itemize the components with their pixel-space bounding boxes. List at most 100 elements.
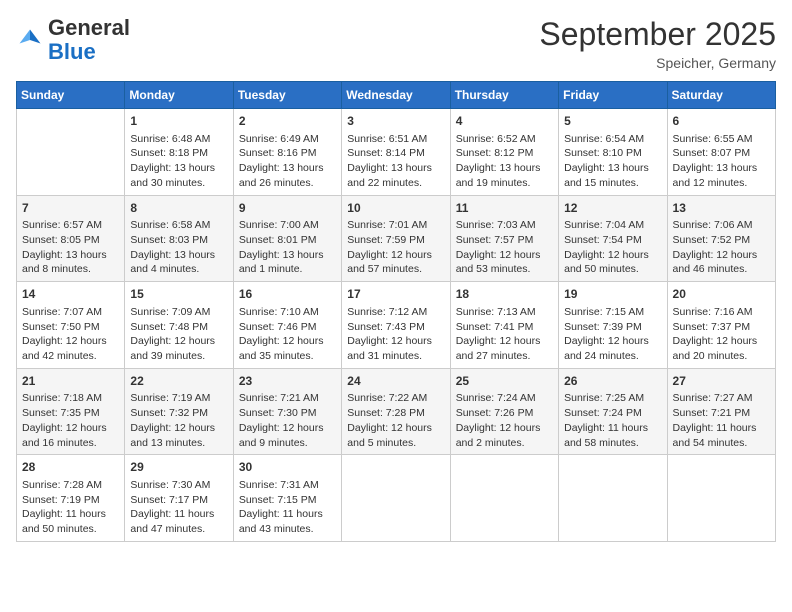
day-info: Sunrise: 6:55 AMSunset: 8:07 PMDaylight:… xyxy=(673,132,770,191)
day-cell: 5 Sunrise: 6:54 AMSunset: 8:10 PMDaylight… xyxy=(559,109,667,196)
logo-icon xyxy=(16,26,44,54)
day-number: 22 xyxy=(130,373,227,390)
day-cell xyxy=(17,109,125,196)
header-day-saturday: Saturday xyxy=(667,82,775,109)
day-number: 25 xyxy=(456,373,553,390)
day-cell: 13Sunrise: 7:06 AMSunset: 7:52 PMDayligh… xyxy=(667,195,775,282)
day-info: Sunrise: 7:01 AMSunset: 7:59 PMDaylight:… xyxy=(347,218,444,277)
day-cell: 25Sunrise: 7:24 AMSunset: 7:26 PMDayligh… xyxy=(450,368,558,455)
day-number: 28 xyxy=(22,459,119,476)
day-cell: 9Sunrise: 7:00 AMSunset: 8:01 PMDaylight… xyxy=(233,195,341,282)
day-info: Sunrise: 6:58 AMSunset: 8:03 PMDaylight:… xyxy=(130,218,227,277)
day-number: 10 xyxy=(347,200,444,217)
header-row: SundayMondayTuesdayWednesdayThursdayFrid… xyxy=(17,82,776,109)
day-number: 6 xyxy=(673,113,770,130)
day-number: 13 xyxy=(673,200,770,217)
calendar-header: SundayMondayTuesdayWednesdayThursdayFrid… xyxy=(17,82,776,109)
week-row-2: 7Sunrise: 6:57 AMSunset: 8:05 PMDaylight… xyxy=(17,195,776,282)
day-number: 16 xyxy=(239,286,336,303)
week-row-4: 21Sunrise: 7:18 AMSunset: 7:35 PMDayligh… xyxy=(17,368,776,455)
day-cell: 15Sunrise: 7:09 AMSunset: 7:48 PMDayligh… xyxy=(125,282,233,369)
logo: General Blue xyxy=(16,16,130,64)
day-number: 8 xyxy=(130,200,227,217)
day-number: 2 xyxy=(239,113,336,130)
day-info: Sunrise: 6:57 AMSunset: 8:05 PMDaylight:… xyxy=(22,218,119,277)
day-number: 27 xyxy=(673,373,770,390)
day-number: 23 xyxy=(239,373,336,390)
day-info: Sunrise: 7:31 AMSunset: 7:15 PMDaylight:… xyxy=(239,478,336,537)
day-info: Sunrise: 7:28 AMSunset: 7:19 PMDaylight:… xyxy=(22,478,119,537)
header-day-monday: Monday xyxy=(125,82,233,109)
day-info: Sunrise: 7:21 AMSunset: 7:30 PMDaylight:… xyxy=(239,391,336,450)
day-cell: 30Sunrise: 7:31 AMSunset: 7:15 PMDayligh… xyxy=(233,455,341,542)
page-header: General Blue September 2025 Speicher, Ge… xyxy=(16,16,776,71)
day-number: 15 xyxy=(130,286,227,303)
header-day-tuesday: Tuesday xyxy=(233,82,341,109)
day-cell: 22Sunrise: 7:19 AMSunset: 7:32 PMDayligh… xyxy=(125,368,233,455)
day-cell: 21Sunrise: 7:18 AMSunset: 7:35 PMDayligh… xyxy=(17,368,125,455)
day-cell: 18Sunrise: 7:13 AMSunset: 7:41 PMDayligh… xyxy=(450,282,558,369)
day-info: Sunrise: 7:06 AMSunset: 7:52 PMDaylight:… xyxy=(673,218,770,277)
day-number: 17 xyxy=(347,286,444,303)
day-info: Sunrise: 6:52 AMSunset: 8:12 PMDaylight:… xyxy=(456,132,553,191)
day-info: Sunrise: 7:22 AMSunset: 7:28 PMDaylight:… xyxy=(347,391,444,450)
day-info: Sunrise: 7:24 AMSunset: 7:26 PMDaylight:… xyxy=(456,391,553,450)
day-info: Sunrise: 6:51 AMSunset: 8:14 PMDaylight:… xyxy=(347,132,444,191)
calendar-table: SundayMondayTuesdayWednesdayThursdayFrid… xyxy=(16,81,776,542)
day-number: 9 xyxy=(239,200,336,217)
month-title: September 2025 xyxy=(539,16,776,53)
day-info: Sunrise: 7:03 AMSunset: 7:57 PMDaylight:… xyxy=(456,218,553,277)
day-number: 24 xyxy=(347,373,444,390)
day-cell: 28 Sunrise: 7:28 AMSunset: 7:19 PMDayligh… xyxy=(17,455,125,542)
day-number: 26 xyxy=(564,373,661,390)
day-cell xyxy=(559,455,667,542)
calendar-body: 1Sunrise: 6:48 AMSunset: 8:18 PMDaylight… xyxy=(17,109,776,542)
day-number: 19 xyxy=(564,286,661,303)
day-number: 14 xyxy=(22,286,119,303)
day-cell: 16 Sunrise: 7:10 AMSunset: 7:46 PMDayligh… xyxy=(233,282,341,369)
day-number: 11 xyxy=(456,200,553,217)
day-cell xyxy=(667,455,775,542)
day-cell: 4 Sunrise: 6:52 AMSunset: 8:12 PMDaylight… xyxy=(450,109,558,196)
day-info: Sunrise: 7:12 AMSunset: 7:43 PMDaylight:… xyxy=(347,305,444,364)
logo-text: General Blue xyxy=(48,16,130,64)
day-info: Sunrise: 7:10 AMSunset: 7:46 PMDaylight:… xyxy=(239,305,336,364)
day-number: 5 xyxy=(564,113,661,130)
location-subtitle: Speicher, Germany xyxy=(539,55,776,71)
day-info: Sunrise: 7:19 AMSunset: 7:32 PMDaylight:… xyxy=(130,391,227,450)
day-number: 1 xyxy=(130,113,227,130)
day-cell: 11Sunrise: 7:03 AMSunset: 7:57 PMDayligh… xyxy=(450,195,558,282)
day-cell: 7Sunrise: 6:57 AMSunset: 8:05 PMDaylight… xyxy=(17,195,125,282)
day-info: Sunrise: 7:16 AMSunset: 7:37 PMDaylight:… xyxy=(673,305,770,364)
day-cell: 19Sunrise: 7:15 AMSunset: 7:39 PMDayligh… xyxy=(559,282,667,369)
day-number: 18 xyxy=(456,286,553,303)
day-cell: 1Sunrise: 6:48 AMSunset: 8:18 PMDaylight… xyxy=(125,109,233,196)
day-cell: 8Sunrise: 6:58 AMSunset: 8:03 PMDaylight… xyxy=(125,195,233,282)
logo-general-text: General xyxy=(48,15,130,40)
title-block: September 2025 Speicher, Germany xyxy=(539,16,776,71)
day-cell xyxy=(450,455,558,542)
day-cell: 14 Sunrise: 7:07 AMSunset: 7:50 PMDayligh… xyxy=(17,282,125,369)
day-cell: 10Sunrise: 7:01 AMSunset: 7:59 PMDayligh… xyxy=(342,195,450,282)
day-info: Sunrise: 6:49 AMSunset: 8:16 PMDaylight:… xyxy=(239,132,336,191)
day-number: 4 xyxy=(456,113,553,130)
day-info: Sunrise: 7:18 AMSunset: 7:35 PMDaylight:… xyxy=(22,391,119,450)
day-number: 20 xyxy=(673,286,770,303)
day-cell: 20 Sunrise: 7:16 AMSunset: 7:37 PMDayligh… xyxy=(667,282,775,369)
day-cell: 3Sunrise: 6:51 AMSunset: 8:14 PMDaylight… xyxy=(342,109,450,196)
header-day-thursday: Thursday xyxy=(450,82,558,109)
day-cell: 6 Sunrise: 6:55 AMSunset: 8:07 PMDaylight… xyxy=(667,109,775,196)
day-number: 29 xyxy=(130,459,227,476)
week-row-5: 28 Sunrise: 7:28 AMSunset: 7:19 PMDayligh… xyxy=(17,455,776,542)
header-day-friday: Friday xyxy=(559,82,667,109)
day-number: 21 xyxy=(22,373,119,390)
day-cell: 12Sunrise: 7:04 AMSunset: 7:54 PMDayligh… xyxy=(559,195,667,282)
day-number: 7 xyxy=(22,200,119,217)
day-cell: 2 Sunrise: 6:49 AMSunset: 8:16 PMDaylight… xyxy=(233,109,341,196)
day-cell: 17 Sunrise: 7:12 AMSunset: 7:43 PMDayligh… xyxy=(342,282,450,369)
day-info: Sunrise: 7:07 AMSunset: 7:50 PMDaylight:… xyxy=(22,305,119,364)
week-row-3: 14 Sunrise: 7:07 AMSunset: 7:50 PMDayligh… xyxy=(17,282,776,369)
header-day-wednesday: Wednesday xyxy=(342,82,450,109)
day-info: Sunrise: 6:54 AMSunset: 8:10 PMDaylight:… xyxy=(564,132,661,191)
day-number: 12 xyxy=(564,200,661,217)
